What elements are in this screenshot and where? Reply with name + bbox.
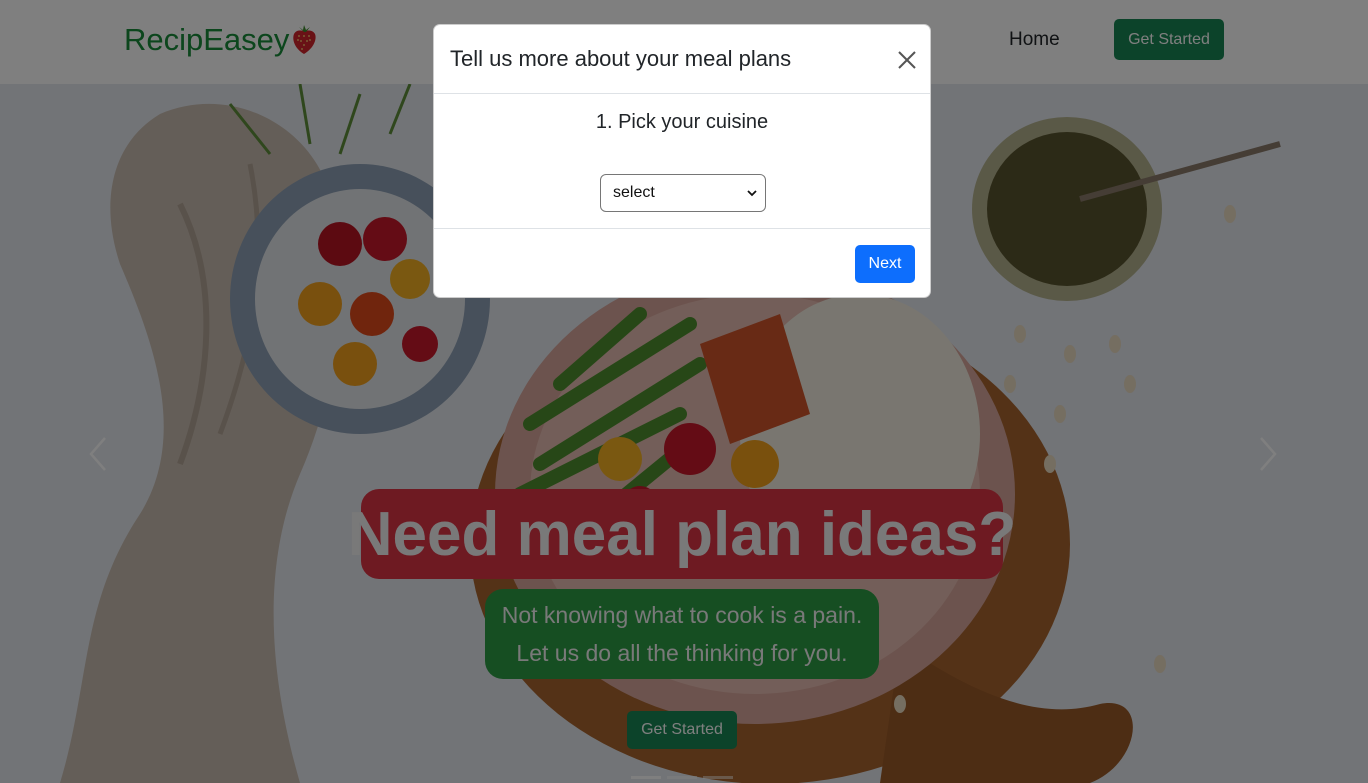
modal-close-button[interactable] — [892, 45, 922, 75]
meal-plan-modal: Tell us more about your meal plans 1. Pi… — [433, 24, 931, 298]
modal-body: 1. Pick your cuisine select — [434, 94, 930, 229]
modal-header: Tell us more about your meal plans — [434, 25, 930, 94]
close-icon — [898, 51, 916, 69]
cuisine-select[interactable]: select — [600, 174, 766, 212]
chevron-down-icon — [747, 189, 757, 196]
cuisine-select-value: select — [613, 184, 655, 201]
modal-footer: Next — [434, 229, 930, 297]
cuisine-step-label: 1. Pick your cuisine — [595, 111, 769, 133]
next-button[interactable]: Next — [855, 245, 915, 283]
modal-title: Tell us more about your meal plans — [450, 46, 792, 71]
